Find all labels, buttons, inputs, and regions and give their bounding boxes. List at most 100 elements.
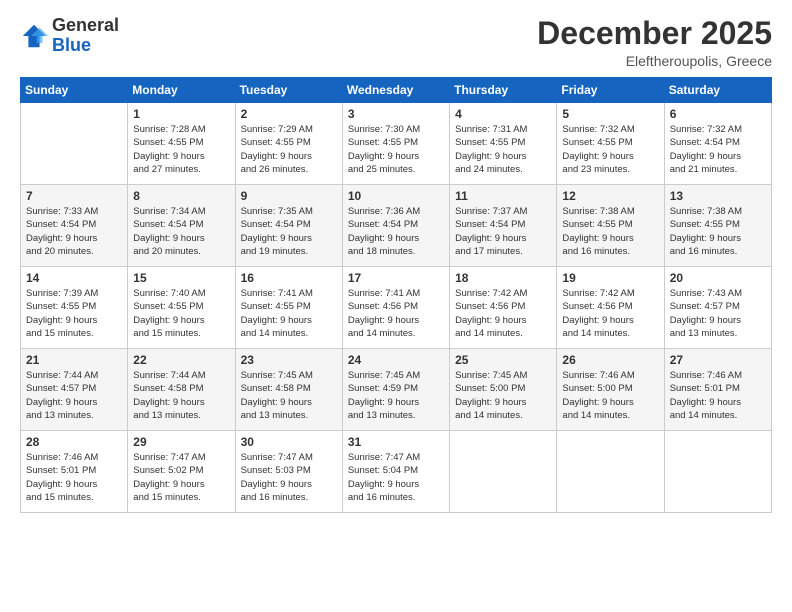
weekday-tuesday: Tuesday xyxy=(235,78,342,103)
weekday-wednesday: Wednesday xyxy=(342,78,449,103)
day-info: Sunrise: 7:42 AMSunset: 4:56 PMDaylight:… xyxy=(455,287,551,340)
calendar-week-1: 1 Sunrise: 7:28 AMSunset: 4:55 PMDaylight… xyxy=(21,103,772,185)
day-number: 10 xyxy=(348,189,444,203)
day-number: 31 xyxy=(348,435,444,449)
day-info: Sunrise: 7:47 AMSunset: 5:02 PMDaylight:… xyxy=(133,451,229,504)
day-info: Sunrise: 7:36 AMSunset: 4:54 PMDaylight:… xyxy=(348,205,444,258)
day-info: Sunrise: 7:30 AMSunset: 4:55 PMDaylight:… xyxy=(348,123,444,176)
table-row: 25Sunrise: 7:45 AMSunset: 5:00 PMDayligh… xyxy=(450,349,557,431)
day-info: Sunrise: 7:44 AMSunset: 4:57 PMDaylight:… xyxy=(26,369,122,422)
day-number: 20 xyxy=(670,271,766,285)
table-row: 7 Sunrise: 7:33 AMSunset: 4:54 PMDaylight… xyxy=(21,185,128,267)
table-row: 26Sunrise: 7:46 AMSunset: 5:00 PMDayligh… xyxy=(557,349,664,431)
table-row: 24 Sunrise: 7:45 AMSunset: 4:59 PMDayligh… xyxy=(342,349,449,431)
day-info: Sunrise: 7:32 AMSunset: 4:54 PMDaylight:… xyxy=(670,123,766,176)
page-container: General Blue December 2025 Eleftheroupol… xyxy=(0,0,792,523)
table-row: 6 Sunrise: 7:32 AMSunset: 4:54 PMDaylight… xyxy=(664,103,771,185)
day-info: Sunrise: 7:41 AMSunset: 4:55 PMDaylight:… xyxy=(241,287,337,340)
weekday-sunday: Sunday xyxy=(21,78,128,103)
table-row: 13 Sunrise: 7:38 AMSunset: 4:55 PMDayligh… xyxy=(664,185,771,267)
location: Eleftheroupolis, Greece xyxy=(537,53,772,69)
day-number: 1 xyxy=(133,107,229,121)
table-row: 21Sunrise: 7:44 AMSunset: 4:57 PMDayligh… xyxy=(21,349,128,431)
table-row: 2 Sunrise: 7:29 AMSunset: 4:55 PMDaylight… xyxy=(235,103,342,185)
table-row: 4Sunrise: 7:31 AMSunset: 4:55 PMDaylight… xyxy=(450,103,557,185)
day-number: 3 xyxy=(348,107,444,121)
logo-blue: Blue xyxy=(52,35,91,55)
table-row: 17Sunrise: 7:41 AMSunset: 4:56 PMDayligh… xyxy=(342,267,449,349)
calendar-week-4: 21Sunrise: 7:44 AMSunset: 4:57 PMDayligh… xyxy=(21,349,772,431)
day-info: Sunrise: 7:34 AMSunset: 4:54 PMDaylight:… xyxy=(133,205,229,258)
calendar-week-5: 28 Sunrise: 7:46 AMSunset: 5:01 PMDayligh… xyxy=(21,431,772,513)
weekday-saturday: Saturday xyxy=(664,78,771,103)
logo-general: General xyxy=(52,15,119,35)
logo-icon xyxy=(20,22,48,50)
table-row xyxy=(557,431,664,513)
table-row: 14 Sunrise: 7:39 AMSunset: 4:55 PMDayligh… xyxy=(21,267,128,349)
table-row: 11Sunrise: 7:37 AMSunset: 4:54 PMDayligh… xyxy=(450,185,557,267)
weekday-friday: Friday xyxy=(557,78,664,103)
table-row: 16Sunrise: 7:41 AMSunset: 4:55 PMDayligh… xyxy=(235,267,342,349)
day-info: Sunrise: 7:45 AMSunset: 4:59 PMDaylight:… xyxy=(348,369,444,422)
day-info: Sunrise: 7:38 AMSunset: 4:55 PMDaylight:… xyxy=(562,205,658,258)
day-info: Sunrise: 7:42 AMSunset: 4:56 PMDaylight:… xyxy=(562,287,658,340)
day-info: Sunrise: 7:46 AMSunset: 5:01 PMDaylight:… xyxy=(670,369,766,422)
day-info: Sunrise: 7:32 AMSunset: 4:55 PMDaylight:… xyxy=(562,123,658,176)
day-info: Sunrise: 7:31 AMSunset: 4:55 PMDaylight:… xyxy=(455,123,551,176)
day-number: 6 xyxy=(670,107,766,121)
day-info: Sunrise: 7:33 AMSunset: 4:54 PMDaylight:… xyxy=(26,205,122,258)
table-row xyxy=(450,431,557,513)
page-header: General Blue December 2025 Eleftheroupol… xyxy=(20,16,772,69)
logo-text: General Blue xyxy=(52,16,119,56)
title-block: December 2025 Eleftheroupolis, Greece xyxy=(537,16,772,69)
day-info: Sunrise: 7:46 AMSunset: 5:00 PMDaylight:… xyxy=(562,369,658,422)
day-info: Sunrise: 7:38 AMSunset: 4:55 PMDaylight:… xyxy=(670,205,766,258)
day-info: Sunrise: 7:47 AMSunset: 5:03 PMDaylight:… xyxy=(241,451,337,504)
table-row: 28 Sunrise: 7:46 AMSunset: 5:01 PMDayligh… xyxy=(21,431,128,513)
table-row: 23 Sunrise: 7:45 AMSunset: 4:58 PMDayligh… xyxy=(235,349,342,431)
day-number: 23 xyxy=(241,353,337,367)
calendar-week-2: 7 Sunrise: 7:33 AMSunset: 4:54 PMDaylight… xyxy=(21,185,772,267)
day-number: 24 xyxy=(348,353,444,367)
day-number: 2 xyxy=(241,107,337,121)
day-number: 29 xyxy=(133,435,229,449)
table-row: 1 Sunrise: 7:28 AMSunset: 4:55 PMDaylight… xyxy=(128,103,235,185)
day-number: 12 xyxy=(562,189,658,203)
table-row xyxy=(21,103,128,185)
table-row: 31Sunrise: 7:47 AMSunset: 5:04 PMDayligh… xyxy=(342,431,449,513)
table-row: 29 Sunrise: 7:47 AMSunset: 5:02 PMDayligh… xyxy=(128,431,235,513)
day-info: Sunrise: 7:45 AMSunset: 4:58 PMDaylight:… xyxy=(241,369,337,422)
day-number: 7 xyxy=(26,189,122,203)
day-info: Sunrise: 7:35 AMSunset: 4:54 PMDaylight:… xyxy=(241,205,337,258)
day-number: 9 xyxy=(241,189,337,203)
day-number: 13 xyxy=(670,189,766,203)
weekday-monday: Monday xyxy=(128,78,235,103)
table-row: 19 Sunrise: 7:42 AMSunset: 4:56 PMDayligh… xyxy=(557,267,664,349)
table-row: 20 Sunrise: 7:43 AMSunset: 4:57 PMDayligh… xyxy=(664,267,771,349)
day-number: 22 xyxy=(133,353,229,367)
day-info: Sunrise: 7:43 AMSunset: 4:57 PMDaylight:… xyxy=(670,287,766,340)
day-info: Sunrise: 7:46 AMSunset: 5:01 PMDaylight:… xyxy=(26,451,122,504)
day-number: 19 xyxy=(562,271,658,285)
table-row: 15Sunrise: 7:40 AMSunset: 4:55 PMDayligh… xyxy=(128,267,235,349)
day-number: 27 xyxy=(670,353,766,367)
day-number: 28 xyxy=(26,435,122,449)
calendar-table: Sunday Monday Tuesday Wednesday Thursday… xyxy=(20,77,772,513)
table-row: 9 Sunrise: 7:35 AMSunset: 4:54 PMDaylight… xyxy=(235,185,342,267)
day-info: Sunrise: 7:44 AMSunset: 4:58 PMDaylight:… xyxy=(133,369,229,422)
calendar-week-3: 14 Sunrise: 7:39 AMSunset: 4:55 PMDayligh… xyxy=(21,267,772,349)
day-number: 14 xyxy=(26,271,122,285)
day-number: 17 xyxy=(348,271,444,285)
table-row: 10 Sunrise: 7:36 AMSunset: 4:54 PMDayligh… xyxy=(342,185,449,267)
day-info: Sunrise: 7:40 AMSunset: 4:55 PMDaylight:… xyxy=(133,287,229,340)
month-title: December 2025 xyxy=(537,16,772,51)
day-info: Sunrise: 7:37 AMSunset: 4:54 PMDaylight:… xyxy=(455,205,551,258)
table-row xyxy=(664,431,771,513)
table-row: 12 Sunrise: 7:38 AMSunset: 4:55 PMDayligh… xyxy=(557,185,664,267)
day-info: Sunrise: 7:39 AMSunset: 4:55 PMDaylight:… xyxy=(26,287,122,340)
table-row: 18Sunrise: 7:42 AMSunset: 4:56 PMDayligh… xyxy=(450,267,557,349)
logo: General Blue xyxy=(20,16,119,56)
day-info: Sunrise: 7:28 AMSunset: 4:55 PMDaylight:… xyxy=(133,123,229,176)
day-info: Sunrise: 7:29 AMSunset: 4:55 PMDaylight:… xyxy=(241,123,337,176)
table-row: 5Sunrise: 7:32 AMSunset: 4:55 PMDaylight… xyxy=(557,103,664,185)
